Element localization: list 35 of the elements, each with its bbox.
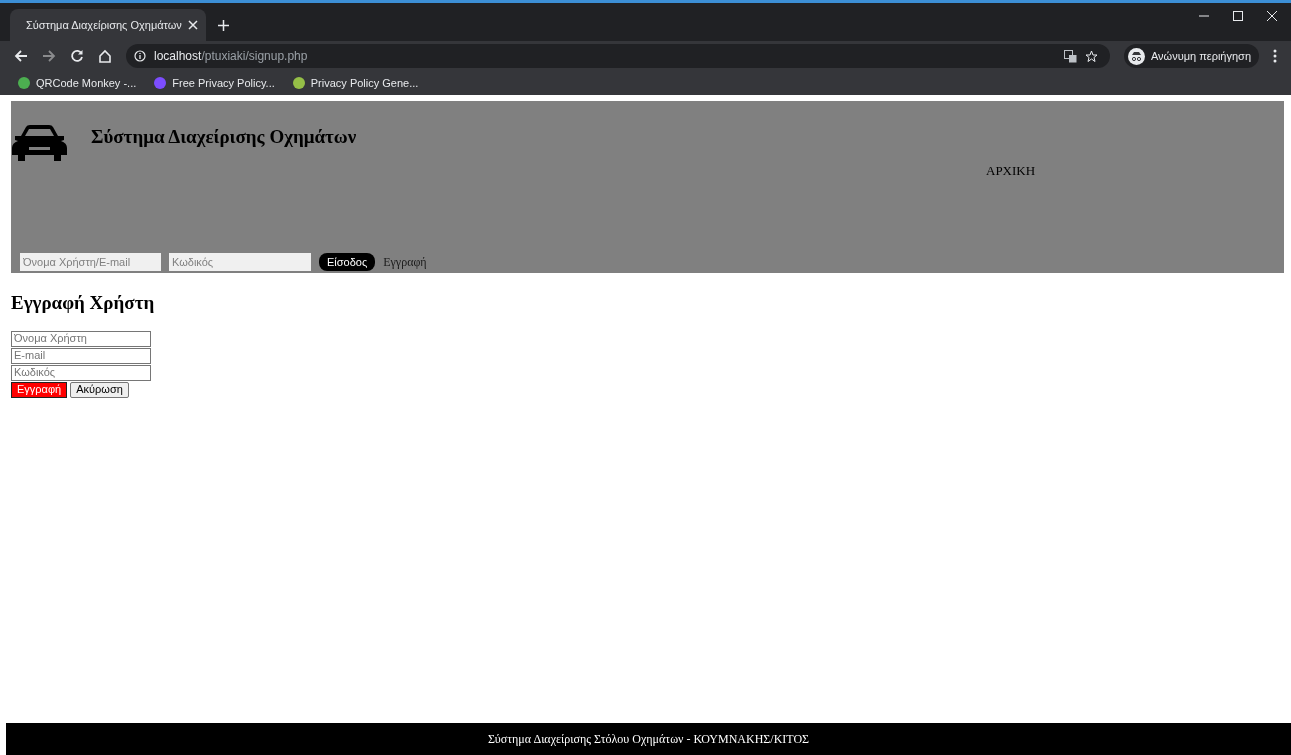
close-icon[interactable] — [1267, 11, 1277, 21]
browser-tab[interactable]: Σύστημα Διαχείρισης Οχημάτων — [10, 9, 206, 41]
bookmark[interactable]: Free Privacy Policy... — [154, 74, 275, 92]
username-field[interactable]: Όνομα Χρήστη/E-mail — [20, 253, 161, 271]
register-link[interactable]: Εγγραφή — [383, 253, 427, 271]
username-field[interactable]: Όνομα Χρήστη — [11, 330, 151, 347]
incognito-icon — [1127, 47, 1145, 65]
footer-bar: Σύστημα Διαχείρισης Στόλου Οχημάτων - ΚΟΥΜΝΑΚΗΣ/ΚΙΤΟΣ — [6, 723, 1291, 755]
forward-icon[interactable] — [42, 49, 56, 63]
login-button[interactable]: Είσοδος — [319, 253, 376, 271]
incognito-chip[interactable]: Ανώνυμη περιήγηση — [1123, 44, 1259, 68]
info-icon — [134, 50, 146, 62]
close-icon[interactable] — [187, 20, 198, 30]
reload-icon[interactable] — [70, 49, 84, 63]
profile-label: Ανώνυμη περιήγηση — [1150, 48, 1251, 64]
bookmark[interactable]: QRCode Monkey -... — [18, 74, 137, 92]
password-field[interactable]: Κωδικός — [169, 253, 311, 271]
star-icon[interactable] — [1084, 49, 1098, 63]
menu-icon[interactable] — [1273, 49, 1277, 63]
maximize-icon[interactable] — [1233, 11, 1243, 21]
address-bar[interactable]: localhost/ptuxiaki/signup.php — [126, 44, 1110, 68]
translate-icon[interactable] — [1063, 49, 1077, 63]
password-field[interactable]: Κωδικός — [11, 364, 151, 381]
home-icon[interactable] — [98, 49, 112, 63]
new-tab-icon[interactable] — [218, 20, 229, 31]
page-heading: Εγγραφή Χρήστη — [11, 291, 156, 315]
bookmark[interactable]: Privacy Policy Gene... — [292, 74, 419, 92]
register-button[interactable]: Εγγραφή — [11, 381, 68, 398]
cancel-button[interactable]: Ακύρωση — [70, 381, 129, 398]
tab-title: Σύστημα Διαχείρισης Οχημάτων — [26, 17, 182, 33]
email-field[interactable]: E-mail — [11, 347, 151, 364]
url-text: localhost/ptuxiaki/signup.php — [154, 48, 308, 65]
site-title: Σύστημα Διαχείρισης Οχημάτων — [91, 125, 357, 149]
nav-link[interactable]: ΑΡΧΙΚΗ — [986, 161, 1036, 181]
back-icon[interactable] — [14, 49, 28, 63]
